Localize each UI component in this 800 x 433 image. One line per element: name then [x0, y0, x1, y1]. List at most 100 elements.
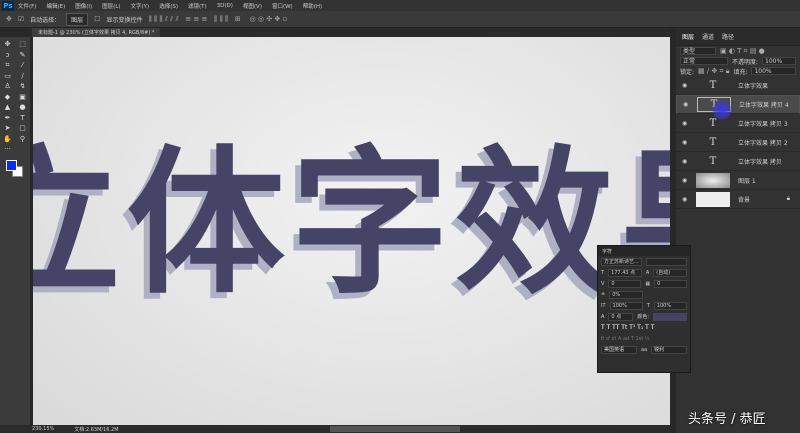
hand-tool-icon[interactable]: ✋	[0, 135, 15, 146]
eye-icon[interactable]: ◉	[683, 101, 689, 108]
fill-field[interactable]: 100%	[751, 67, 796, 75]
eyedropper-tool-icon[interactable]: ⁄	[15, 61, 30, 72]
quick-select-tool-icon[interactable]: ✎	[15, 51, 30, 62]
text-layer-icon: T	[709, 155, 717, 167]
eye-icon[interactable]: ◉	[682, 82, 688, 89]
layer-name: 背景	[738, 196, 751, 204]
history-brush-icon[interactable]: ↯	[15, 82, 30, 93]
menu-file[interactable]: 文件(F)	[18, 2, 36, 10]
layer-row[interactable]: ◉ T 立体字效果 拷贝 2	[676, 133, 800, 152]
font-style-dropdown[interactable]	[646, 257, 687, 266]
move-tool-icon[interactable]: ✥	[0, 40, 15, 51]
blend-mode-dropdown[interactable]: 正常	[680, 57, 728, 65]
auto-select-label: 自动选择：	[30, 16, 61, 24]
font-size-icon: T	[601, 269, 605, 276]
character-panel: 字符 方正苏新诗艺... T 177.43 点 A (自动) V 0 ▦ 0 ≗ 0% IT 1…	[597, 245, 691, 373]
language-dropdown[interactable]: 美国英语	[601, 345, 637, 354]
leading-icon: A	[645, 269, 650, 276]
baseline-field[interactable]: 0 点	[608, 312, 634, 321]
show-transform-label: 显示变换控件	[106, 16, 143, 24]
menu-3d[interactable]: 3D(D)	[217, 3, 233, 9]
layer-row[interactable]: ◉ 背景 🔒︎	[676, 190, 800, 209]
stamp-tool-icon[interactable]: ♙	[0, 82, 15, 93]
opacity-field[interactable]: 100%	[762, 57, 796, 65]
leading-field[interactable]: (自动)	[653, 268, 688, 277]
layer-name: 立体字效果	[738, 82, 769, 90]
foreground-color-swatch[interactable]	[6, 160, 17, 171]
type-style-buttons[interactable]: T T TT Tt T¹ T₁ T T	[601, 324, 654, 331]
opacity-label: 不透明度:	[732, 58, 759, 66]
tab-paths[interactable]: 路径	[722, 32, 734, 41]
menu-window[interactable]: 窗口(W)	[272, 2, 293, 10]
canvas[interactable]: 立体字效果 立体字效果	[33, 37, 670, 425]
layer-name: 立体字效果 拷贝 4	[739, 102, 789, 109]
anti-alias-dropdown[interactable]: 锐利	[651, 345, 688, 354]
tools-panel: ✥ ⬚ ↄ ✎ ⌗ ⁄ ▭ ∕ ♙ ↯ ◆ ▣ ▲ ● ✒ T ➤ ▢ ✋ ⚲ ···	[0, 37, 30, 425]
shape-tool-icon[interactable]: ▢	[15, 124, 30, 135]
horizontal-scale-field[interactable]: 100%	[653, 301, 687, 310]
path-select-icon[interactable]: ➤	[0, 124, 15, 135]
menu-layer[interactable]: 图层(L)	[102, 2, 120, 10]
aa-label: aa	[640, 346, 648, 353]
tab-channels[interactable]: 通道	[702, 32, 714, 41]
lock-icon: 🔒︎	[786, 195, 790, 202]
menu-edit[interactable]: 编辑(E)	[46, 2, 65, 10]
layer-row[interactable]: ◉ T 立体字效果 拷贝 3	[676, 114, 800, 133]
vertical-scale-field[interactable]: 100%	[609, 301, 643, 310]
font-family-dropdown[interactable]: 方正苏新诗艺...	[601, 257, 642, 266]
layer-row-selected[interactable]: ◉T立体字效果 拷贝 4	[676, 95, 800, 114]
menu-help[interactable]: 帮助(H)	[303, 2, 322, 10]
menu-type[interactable]: 文字(Y)	[131, 2, 150, 10]
horizontal-scrollbar[interactable]	[330, 426, 460, 432]
brush-tool-icon[interactable]: ∕	[15, 72, 30, 83]
more-tools-icon[interactable]: ···	[0, 145, 15, 156]
hscale-icon: T	[646, 302, 650, 309]
type-tool-icon[interactable]: T	[15, 114, 30, 125]
zoom-level[interactable]: 230.15%	[32, 426, 54, 432]
menu-bar: Ps 文件(F) 编辑(E) 图像(I) 图层(L) 文字(Y) 选择(S) 滤…	[0, 0, 800, 11]
blur-tool-icon[interactable]: ▲	[0, 103, 15, 114]
layer-row[interactable]: ◉ T 立体字效果	[676, 76, 800, 95]
crop-tool-icon[interactable]: ⌗	[0, 61, 15, 72]
panel-tabs: 图层 通道 路径	[676, 28, 800, 46]
lock-icons[interactable]: ▦ ∕ ✥ ⌗ 🔒︎	[698, 67, 729, 76]
menu-image[interactable]: 图像(I)	[75, 2, 92, 10]
eye-icon[interactable]: ◉	[682, 196, 688, 203]
menu-filter[interactable]: 滤镜(T)	[188, 2, 207, 10]
proportional-spacing-field[interactable]: 0%	[609, 290, 644, 299]
dodge-tool-icon[interactable]: ●	[15, 103, 30, 114]
kerning-field[interactable]: 0	[608, 279, 642, 288]
menu-view[interactable]: 视图(V)	[243, 2, 262, 10]
opentype-buttons[interactable]: fi ♂ st A ad T 1st ½	[601, 336, 650, 342]
cursor-highlight	[712, 100, 732, 120]
layer-row[interactable]: ◉ T 立体字效果 拷贝	[676, 152, 800, 171]
filter-icons[interactable]: ▣ ◐ T ⌗ ▤ ●	[720, 47, 765, 56]
eye-icon[interactable]: ◉	[682, 177, 688, 184]
show-transform-checkbox[interactable]: ☐	[94, 15, 100, 23]
eraser-tool-icon[interactable]: ◆	[0, 93, 15, 104]
vscale-icon: IT	[601, 302, 606, 309]
align-icons[interactable]: ⫼ ⫼ ⫼ ⫽ ⫽ ⫽ ≡ ≡ ≡ ⫼ ⫼ ⫼ ⊞ ◎ ◎ ✣ ✥ ▫	[148, 15, 287, 24]
watermark: 头条号 / 恭匠	[688, 412, 766, 427]
eye-icon[interactable]: ◉	[682, 158, 688, 165]
tab-layers[interactable]: 图层	[682, 32, 694, 41]
pen-tool-icon[interactable]: ✒	[0, 114, 15, 125]
layer-row[interactable]: ◉ 图层 1	[676, 171, 800, 190]
tracking-field[interactable]: 0	[654, 279, 687, 288]
gradient-tool-icon[interactable]: ▣	[15, 93, 30, 104]
healing-tool-icon[interactable]: ▭	[0, 72, 15, 83]
marquee-tool-icon[interactable]: ⬚	[15, 40, 30, 51]
text-color-swatch[interactable]	[653, 312, 687, 321]
kerning-icon: V	[601, 280, 605, 287]
move-tool-icon[interactable]: ✥	[6, 15, 12, 23]
eye-icon[interactable]: ◉	[682, 120, 688, 127]
auto-select-checkbox[interactable]: ☑	[18, 15, 24, 23]
lasso-tool-icon[interactable]: ↄ	[0, 51, 15, 62]
auto-select-dropdown[interactable]: 图层	[66, 12, 89, 26]
eye-icon[interactable]: ◉	[682, 139, 688, 146]
document-tab[interactable]: 未标题-1 @ 230% (立体字效果 拷贝 4, RGB/8#) *	[32, 28, 161, 37]
font-size-field[interactable]: 177.43 点	[608, 268, 642, 277]
zoom-tool-icon[interactable]: ⚲	[15, 135, 30, 146]
menu-select[interactable]: 选择(S)	[159, 2, 178, 10]
layer-filter-dropdown[interactable]: 类型	[680, 47, 716, 55]
